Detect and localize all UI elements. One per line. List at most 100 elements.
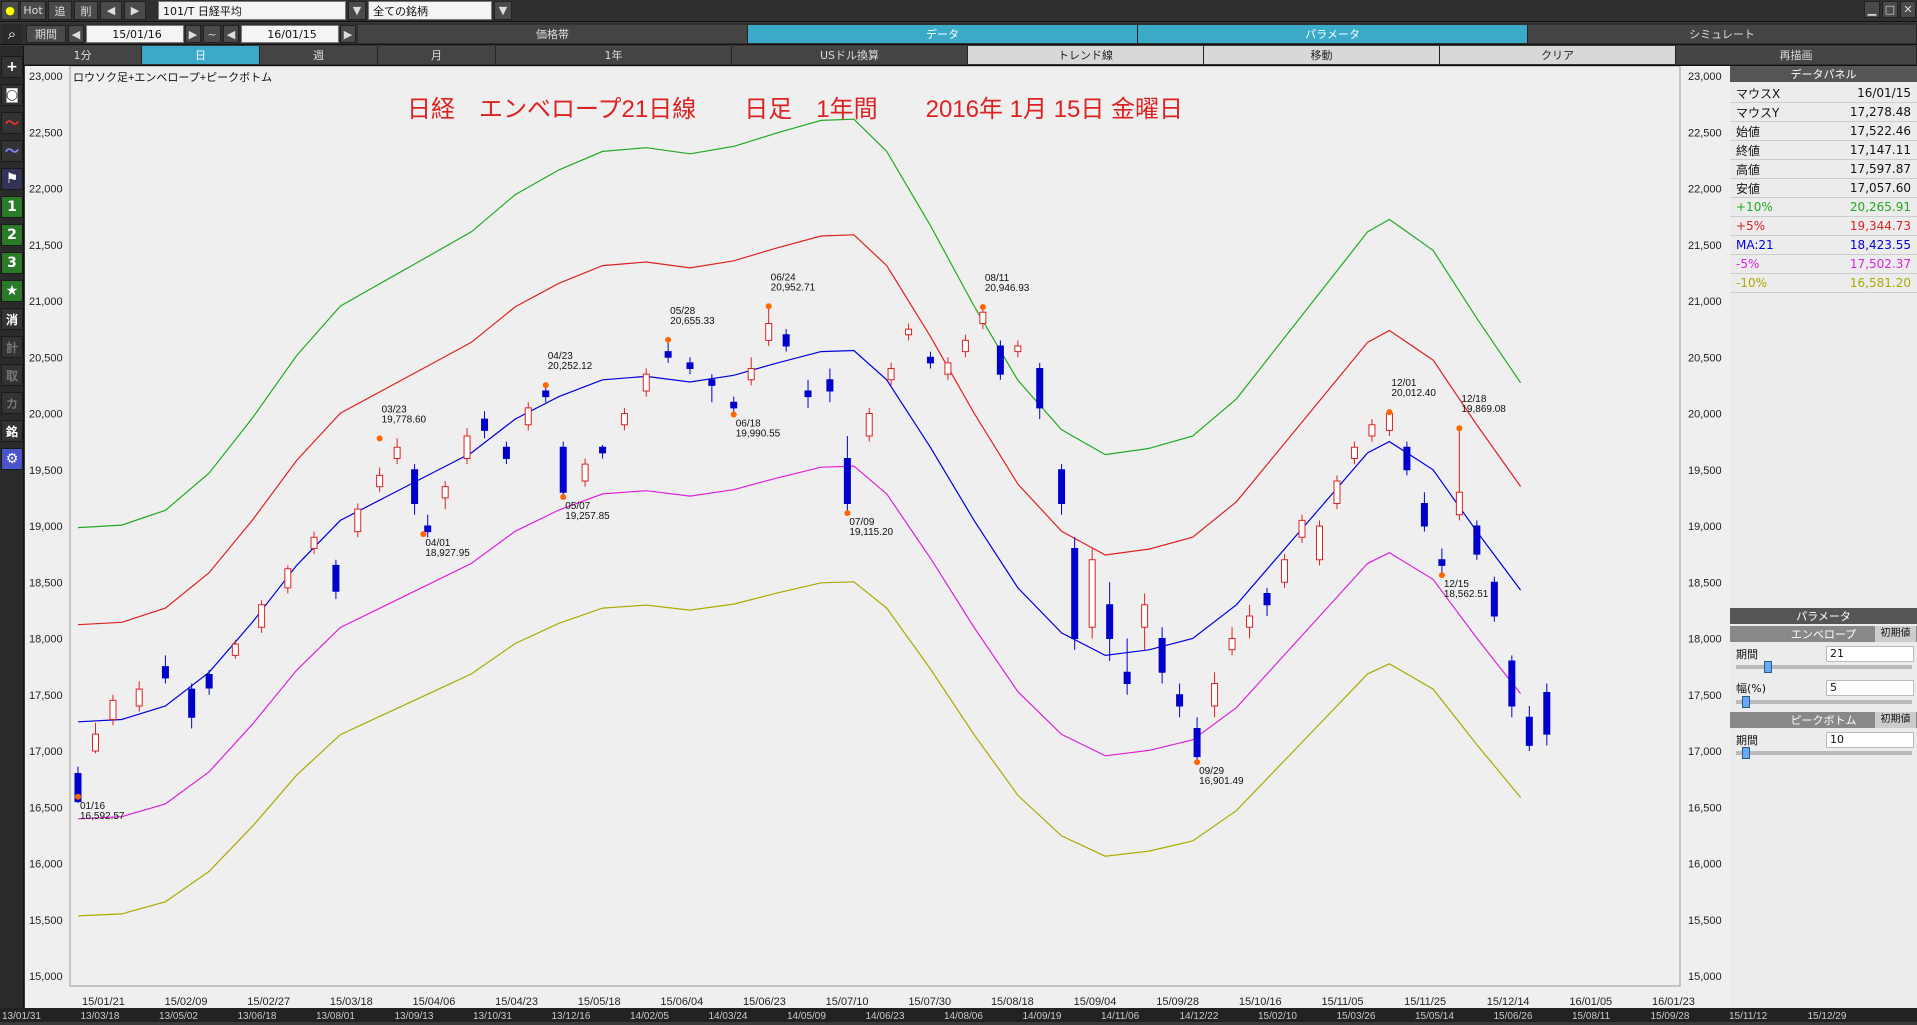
peak-value: 20,655.33 xyxy=(670,316,715,327)
filter-select[interactable]: 全ての銘柄 xyxy=(368,1,492,20)
tab-daily[interactable]: 日 xyxy=(142,46,260,64)
chart-multi-icon[interactable]: 〜 xyxy=(1,140,23,162)
data-row: -5% 17,502.37 xyxy=(1730,255,1917,274)
camera-icon[interactable]: ◙ xyxy=(1,84,23,106)
period-from-prev[interactable]: ◀ xyxy=(68,25,84,43)
period-to-prev[interactable]: ◀ xyxy=(223,25,239,43)
y-tick-left: 16,000 xyxy=(29,859,63,871)
period-slider[interactable] xyxy=(1736,665,1912,669)
envelope-line xyxy=(77,581,1522,917)
candle-body xyxy=(926,356,934,364)
next-symbol-button[interactable]: ▶ xyxy=(124,1,146,20)
tab-weekly[interactable]: 週 xyxy=(260,46,378,64)
tab-simulate[interactable]: シミュレート xyxy=(1528,25,1917,43)
data-row-key: 終値 xyxy=(1736,143,1761,158)
tab-move[interactable]: 移動 xyxy=(1204,46,1440,64)
timeframe-bar: 1分 日 週 月 1年 USドル換算 トレンド線 移動 クリア 再描画 xyxy=(24,46,1917,66)
data-row: 高値 17,597.87 xyxy=(1730,160,1917,179)
hot-button[interactable]: Hot xyxy=(20,1,46,20)
symbol-dropdown-icon[interactable]: ▼ xyxy=(348,1,366,20)
data-row-key: マウスX xyxy=(1736,86,1781,101)
candle-body xyxy=(1228,638,1236,651)
preset-3-button[interactable]: 3 xyxy=(1,252,23,274)
y-tick-right: 22,500 xyxy=(1688,127,1722,139)
data-row-key: +5% xyxy=(1736,219,1766,233)
symbol-input[interactable]: 101/T 日経平均 xyxy=(158,1,346,20)
candle-body xyxy=(979,311,987,324)
period-slider-thumb[interactable] xyxy=(1764,661,1772,673)
x-tick: 15/05/18 xyxy=(578,996,621,1008)
sidebar-symbol[interactable]: 銘 xyxy=(1,420,23,442)
preset-2-button[interactable]: 2 xyxy=(1,224,23,246)
sidebar-power[interactable]: カ xyxy=(1,392,23,414)
period-from-next[interactable]: ▶ xyxy=(185,25,201,43)
overview-strip[interactable]: 13/01/31 13/03/18 13/05/02 13/06/18 13/08/01… xyxy=(0,1008,1917,1022)
candle-body xyxy=(581,463,589,482)
width-param-value[interactable]: 5 xyxy=(1826,680,1914,696)
x-tick: 15/04/23 xyxy=(495,996,538,1008)
tab-monthly[interactable]: 月 xyxy=(378,46,496,64)
tab-1year[interactable]: 1年 xyxy=(496,46,732,64)
preset-1-button[interactable]: 1 xyxy=(1,196,23,218)
peak-slider[interactable] xyxy=(1736,751,1912,755)
period-from-input[interactable]: 15/01/16 xyxy=(86,25,184,43)
filter-dropdown-icon[interactable]: ▼ xyxy=(494,1,512,20)
peak-value: 19,257.85 xyxy=(565,511,610,522)
peak-value: 18,927.95 xyxy=(425,548,470,559)
candlestick-chart[interactable]: 23,000 23,000 22,500 22,500 22,000 22,000 21,5… xyxy=(25,65,1730,1008)
tab-redraw[interactable]: 再描画 xyxy=(1676,46,1917,64)
tab-clear[interactable]: クリア xyxy=(1440,46,1676,64)
y-tick-left: 19,000 xyxy=(29,521,63,533)
width-slider[interactable] xyxy=(1736,700,1912,704)
y-tick-left: 21,500 xyxy=(29,240,63,252)
width-param-label: 幅(%) xyxy=(1736,682,1767,695)
peak-period-value[interactable]: 10 xyxy=(1826,732,1914,748)
x-tick: 15/07/30 xyxy=(908,996,951,1008)
tab-trendline[interactable]: トレンド線 xyxy=(968,46,1204,64)
sidebar-take[interactable]: 取 xyxy=(1,364,23,386)
tab-parameter[interactable]: パラメータ xyxy=(1138,25,1528,43)
chart-area[interactable]: 23,000 23,000 22,500 22,500 22,000 22,000 21,5… xyxy=(25,65,1730,1008)
peak-value: 16,592.57 xyxy=(80,811,125,822)
close-button[interactable]: ✕ xyxy=(1900,1,1916,18)
y-tick-right: 18,000 xyxy=(1688,634,1722,646)
y-tick-right: 20,000 xyxy=(1688,409,1722,421)
chart-line-icon[interactable]: 〜 xyxy=(1,112,23,134)
width-slider-thumb[interactable] xyxy=(1742,696,1750,708)
gear-icon[interactable]: ⚙ xyxy=(1,448,23,470)
y-tick-left: 17,000 xyxy=(29,746,63,758)
tab-price-band[interactable]: 価格帯 xyxy=(358,25,748,43)
envelope-line xyxy=(77,118,1522,529)
tab-1min[interactable]: 1分 xyxy=(24,46,142,64)
star-icon[interactable]: ★ xyxy=(1,280,23,302)
data-row-value: 17,147.11 xyxy=(1849,143,1911,157)
sidebar-calc[interactable]: 計 xyxy=(1,336,23,358)
maximize-button[interactable]: □ xyxy=(1882,1,1898,18)
minimize-button[interactable]: ▁ xyxy=(1864,1,1880,18)
crosshair-icon[interactable]: + xyxy=(1,56,23,78)
period-to-input[interactable]: 16/01/15 xyxy=(241,25,339,43)
tab-usd[interactable]: USドル換算 xyxy=(732,46,968,64)
envelope-reset-button[interactable]: 初期値 xyxy=(1875,626,1916,642)
candle-body xyxy=(599,446,607,454)
tab-data[interactable]: データ xyxy=(748,25,1138,43)
period-param-value[interactable]: 21 xyxy=(1826,646,1914,662)
add-button[interactable]: 追 xyxy=(48,1,72,20)
candle-body xyxy=(376,474,384,488)
prev-symbol-button[interactable]: ◀ xyxy=(100,1,122,20)
period-to-next[interactable]: ▶ xyxy=(340,25,356,43)
peak-reset-button[interactable]: 初期値 xyxy=(1875,712,1916,728)
y-tick-right: 15,000 xyxy=(1688,971,1722,983)
overview-axis[interactable]: 13/01/31 13/03/18 13/05/02 13/06/18 13/08/01… xyxy=(0,1008,1917,1022)
sidebar-erase[interactable]: 消 xyxy=(1,308,23,330)
data-row-value: 19,344.73 xyxy=(1849,219,1911,233)
flag-icon[interactable]: ⚑ xyxy=(1,168,23,190)
peak-slider-thumb[interactable] xyxy=(1742,747,1750,759)
search-icon[interactable]: ⌕ xyxy=(2,24,22,44)
candle-body xyxy=(708,379,716,386)
candle-body xyxy=(620,413,628,426)
y-tick-left: 20,000 xyxy=(29,409,63,421)
bulb-icon[interactable]: ● xyxy=(1,1,19,20)
delete-button[interactable]: 削 xyxy=(74,1,98,20)
peak-marker xyxy=(75,793,81,800)
